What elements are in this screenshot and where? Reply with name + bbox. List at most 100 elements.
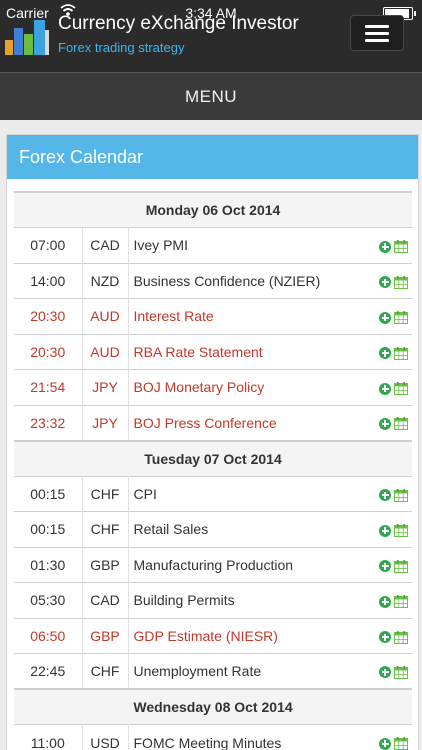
event-time: 00:15 xyxy=(14,475,83,512)
event-name: Manufacturing Production xyxy=(128,546,372,583)
event-time: 20:30 xyxy=(14,298,83,334)
event-currency: NZD xyxy=(82,262,129,299)
event-currency: CHF xyxy=(82,475,129,512)
event-currency: CHF xyxy=(82,653,129,689)
calendar-icon[interactable] xyxy=(394,346,408,360)
event-name: CPI xyxy=(128,475,372,512)
calendar-icon[interactable] xyxy=(394,275,408,289)
event-actions xyxy=(372,582,412,618)
event-actions xyxy=(372,333,412,370)
hamburger-menu-button[interactable] xyxy=(350,15,404,51)
add-event-icon[interactable] xyxy=(379,489,391,502)
event-actions xyxy=(372,262,412,299)
app-header: Carrier 3:34 AM Currency eXchange Invest… xyxy=(0,0,422,72)
calendar-icon[interactable] xyxy=(394,311,408,325)
app-title: Currency eXchange Investor xyxy=(58,13,299,34)
add-event-icon[interactable] xyxy=(379,417,391,430)
event-actions xyxy=(372,546,412,583)
event-row[interactable]: 20:30 AUD RBA Rate Statement xyxy=(14,333,412,370)
event-time: 14:00 xyxy=(14,262,83,299)
event-currency: AUD xyxy=(82,333,129,370)
app-subtitle: Forex trading strategy xyxy=(58,40,185,55)
calendar-icon[interactable] xyxy=(394,524,408,538)
event-row[interactable]: 20:30 AUD Interest Rate xyxy=(14,298,412,334)
calendar-icon[interactable] xyxy=(394,630,408,644)
event-time: 22:45 xyxy=(14,653,83,689)
calendar-icon[interactable] xyxy=(394,240,408,254)
day-date: Tuesday 07 Oct 2014 xyxy=(14,439,412,476)
add-event-icon[interactable] xyxy=(379,631,391,644)
event-name: BOJ Press Conference xyxy=(128,404,372,441)
event-name: Unemployment Rate xyxy=(128,653,372,689)
calendar-icon[interactable] xyxy=(394,382,408,396)
event-row[interactable]: 00:15 CHF Retail Sales xyxy=(14,511,412,547)
add-event-icon[interactable] xyxy=(379,524,391,537)
event-currency: CHF xyxy=(82,511,129,547)
day-header-row: Tuesday 07 Oct 2014 xyxy=(14,439,412,476)
day-date: Wednesday 08 Oct 2014 xyxy=(14,688,412,725)
event-name: Retail Sales xyxy=(128,511,372,547)
event-time: 05:30 xyxy=(14,582,83,618)
event-row[interactable]: 05:30 CAD Building Permits xyxy=(14,582,412,618)
event-name: Interest Rate xyxy=(128,298,372,334)
event-row[interactable]: 01:30 GBP Manufacturing Production xyxy=(14,546,412,583)
event-name: Ivey PMI xyxy=(128,227,372,263)
event-row[interactable]: 06:50 GBP GDP Estimate (NIESR) xyxy=(14,617,412,654)
calendar-icon[interactable] xyxy=(394,665,408,679)
add-event-icon[interactable] xyxy=(379,276,391,289)
event-name: GDP Estimate (NIESR) xyxy=(128,617,372,654)
add-event-icon[interactable] xyxy=(379,382,391,395)
calendar-icon[interactable] xyxy=(394,737,408,750)
event-time: 23:32 xyxy=(14,404,83,441)
event-actions xyxy=(372,227,412,263)
event-row[interactable]: 22:45 CHF Unemployment Rate xyxy=(14,653,412,689)
event-time: 01:30 xyxy=(14,546,83,583)
event-currency: CAD xyxy=(82,227,129,263)
event-actions xyxy=(372,511,412,547)
event-actions xyxy=(372,724,412,750)
event-time: 07:00 xyxy=(14,227,83,263)
event-row[interactable]: 00:15 CHF CPI xyxy=(14,475,412,512)
day-date: Monday 06 Oct 2014 xyxy=(14,191,412,228)
add-event-icon[interactable] xyxy=(379,595,391,608)
event-currency: JPY xyxy=(82,404,129,441)
add-event-icon[interactable] xyxy=(379,666,391,679)
event-actions xyxy=(372,404,412,441)
event-row[interactable]: 11:00 USD FOMC Meeting Minutes xyxy=(14,724,412,750)
add-event-icon[interactable] xyxy=(379,560,391,573)
event-name: Business Confidence (NZIER) xyxy=(128,262,372,299)
event-currency: CAD xyxy=(82,582,129,618)
app-logo-icon xyxy=(5,20,49,55)
forex-calendar-panel: Forex Calendar Monday 06 Oct 2014 07:00 CA… xyxy=(6,134,419,750)
panel-title: Forex Calendar xyxy=(7,135,418,179)
event-name: BOJ Monetary Policy xyxy=(128,369,372,405)
add-event-icon[interactable] xyxy=(379,737,391,750)
calendar-icon[interactable] xyxy=(394,488,408,502)
add-event-icon[interactable] xyxy=(379,347,391,360)
event-row[interactable]: 14:00 NZD Business Confidence (NZIER) xyxy=(14,262,412,299)
event-time: 21:54 xyxy=(14,369,83,405)
event-currency: AUD xyxy=(82,298,129,334)
event-currency: GBP xyxy=(82,546,129,583)
event-currency: USD xyxy=(82,724,129,750)
add-event-icon[interactable] xyxy=(379,240,391,253)
event-actions xyxy=(372,369,412,405)
event-name: RBA Rate Statement xyxy=(128,333,372,370)
event-row[interactable]: 07:00 CAD Ivey PMI xyxy=(14,227,412,263)
menu-button[interactable]: MENU xyxy=(0,72,422,120)
calendar-icon[interactable] xyxy=(394,417,408,431)
event-name: FOMC Meeting Minutes xyxy=(128,724,372,750)
add-event-icon[interactable] xyxy=(379,311,391,324)
event-actions xyxy=(372,475,412,512)
event-actions xyxy=(372,298,412,334)
event-row[interactable]: 21:54 JPY BOJ Monetary Policy xyxy=(14,369,412,405)
event-actions xyxy=(372,653,412,689)
event-time: 00:15 xyxy=(14,511,83,547)
calendar-icon[interactable] xyxy=(394,595,408,609)
day-header-row: Wednesday 08 Oct 2014 xyxy=(14,688,412,725)
event-currency: GBP xyxy=(82,617,129,654)
event-currency: JPY xyxy=(82,369,129,405)
event-row[interactable]: 23:32 JPY BOJ Press Conference xyxy=(14,404,412,441)
calendar-icon[interactable] xyxy=(394,559,408,573)
calendar-table: Monday 06 Oct 2014 07:00 CAD Ivey PMI 14:00 N… xyxy=(14,191,412,750)
